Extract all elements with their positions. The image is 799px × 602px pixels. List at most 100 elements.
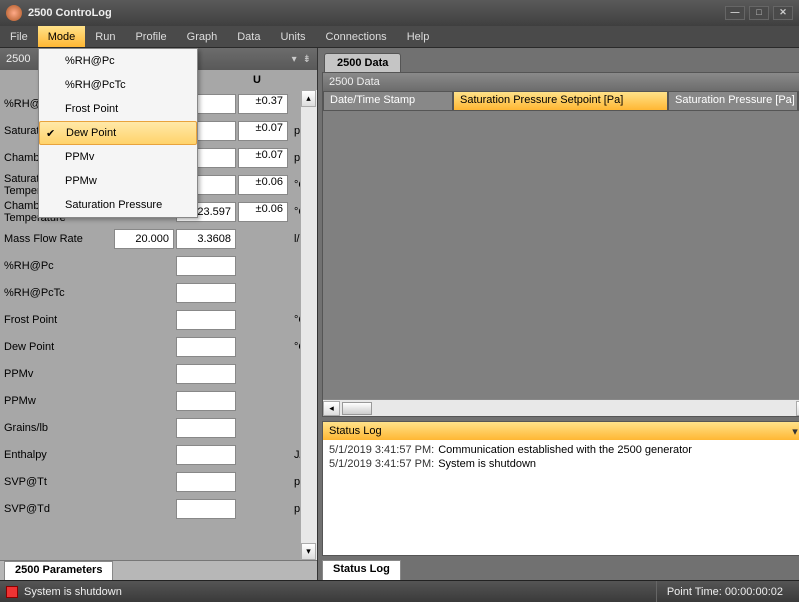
statusbar: System is shutdown Point Time: 00:00:00:…	[0, 580, 799, 602]
mode-item[interactable]: PPMw	[39, 169, 197, 193]
param-label: PPMw	[4, 395, 112, 407]
mode-item[interactable]: %RH@Pc	[39, 49, 197, 73]
hscroll-thumb[interactable]	[342, 402, 372, 415]
maximize-button[interactable]: □	[749, 6, 769, 20]
param-label: Mass Flow Rate	[4, 233, 112, 245]
data-col-header[interactable]: Date/Time Stamp	[323, 91, 453, 111]
param-actual-input[interactable]	[176, 256, 236, 276]
param-row: Dew Point°C	[4, 333, 313, 360]
data-column-headers: Date/Time StampSaturation Pressure Setpo…	[323, 91, 799, 111]
mode-item-label: Saturation Pressure	[65, 199, 162, 211]
param-label: SVP@Tt	[4, 476, 112, 488]
mode-item-label: Dew Point	[66, 127, 116, 139]
param-label: %RH@PcTc	[4, 287, 112, 299]
menu-units[interactable]: Units	[270, 26, 315, 47]
status-log-message: Communication established with the 2500 …	[438, 444, 692, 456]
app-title: 2500 ControLog	[28, 7, 112, 19]
status-log-timestamp: 5/1/2019 3:41:57 PM:	[329, 458, 434, 470]
data-title: 2500 Data	[329, 76, 380, 88]
mode-item[interactable]: Saturation Pressure	[39, 193, 197, 217]
tab-2500-data[interactable]: 2500 Data	[324, 53, 401, 72]
param-actual-input[interactable]	[176, 391, 236, 411]
menu-run[interactable]: Run	[85, 26, 125, 47]
param-uncertainty: ±0.07	[238, 148, 288, 168]
param-vscroll[interactable]: ▴ ▾	[300, 90, 317, 560]
param-label: Frost Point	[4, 314, 112, 326]
data-hscroll[interactable]: ◂ ▸	[323, 399, 799, 416]
menu-data[interactable]: Data	[227, 26, 270, 47]
menu-graph[interactable]: Graph	[177, 26, 228, 47]
data-col-header[interactable]: Saturation Pressure [Pa]	[668, 91, 798, 111]
param-row: Mass Flow Ratel/m	[4, 225, 313, 252]
right-panel: 2500 Data 2500 Data ▾ Date/Time StampSat…	[318, 48, 799, 580]
param-label: Grains/lb	[4, 422, 112, 434]
status-log-title: Status Log	[329, 425, 382, 437]
param-row: %RH@PcTc	[4, 279, 313, 306]
stop-icon	[6, 586, 18, 598]
status-log-panel: Status Log ▾ ⇟ 5/1/2019 3:41:57 PM: Commu…	[322, 421, 799, 556]
param-row: Grains/lb	[4, 414, 313, 441]
tab-status-log[interactable]: Status Log	[322, 560, 401, 580]
mode-dropdown: %RH@Pc %RH@PcTc Frost Point ✔ Dew Point PPMv P…	[38, 48, 198, 218]
mode-item[interactable]: PPMv	[39, 145, 197, 169]
dropdown-icon[interactable]: ▾	[292, 54, 297, 65]
param-uncertainty: ±0.37	[238, 94, 288, 114]
param-row: Frost Point°C	[4, 306, 313, 333]
mode-item-label: PPMw	[65, 175, 97, 187]
right-bottom-tabs: Status Log	[318, 560, 799, 580]
param-setpoint-input[interactable]	[114, 229, 174, 249]
app-icon	[6, 5, 22, 21]
mode-item[interactable]: %RH@PcTc	[39, 73, 197, 97]
param-actual-input[interactable]	[176, 418, 236, 438]
data-header: 2500 Data ▾	[323, 73, 799, 91]
data-tabbar: 2500 Data	[318, 48, 799, 72]
status-log-message: System is shutdown	[438, 458, 536, 470]
param-row: SVP@Tdpsia	[4, 495, 313, 522]
param-actual-input[interactable]	[176, 472, 236, 492]
menu-profile[interactable]: Profile	[125, 26, 176, 47]
pin-icon[interactable]: ⇟	[303, 54, 311, 65]
param-row: PPMv	[4, 360, 313, 387]
param-actual-input[interactable]	[176, 445, 236, 465]
param-row: PPMw	[4, 387, 313, 414]
status-log-content: 5/1/2019 3:41:57 PM: Communication establ…	[323, 440, 799, 555]
mode-item[interactable]: Frost Point	[39, 97, 197, 121]
data-col-header[interactable]: Saturation Pressure Setpoint [Pa]	[453, 91, 668, 111]
check-icon: ✔	[46, 127, 55, 140]
mode-item-label: %RH@Pc	[65, 55, 115, 67]
param-actual-input[interactable]	[176, 310, 236, 330]
menu-file[interactable]: File	[0, 26, 38, 47]
mode-item-label: Frost Point	[65, 103, 118, 115]
param-actual-input[interactable]	[176, 229, 236, 249]
param-label: %RH@Pc	[4, 260, 112, 272]
param-label: PPMv	[4, 368, 112, 380]
param-actual-input[interactable]	[176, 283, 236, 303]
minimize-button[interactable]: —	[725, 6, 745, 20]
scroll-up-icon[interactable]: ▴	[301, 90, 316, 107]
parameters-title: 2500	[6, 53, 30, 65]
param-actual-input[interactable]	[176, 499, 236, 519]
left-bottom-tabs: 2500 Parameters	[0, 560, 317, 580]
param-actual-input[interactable]	[176, 337, 236, 357]
param-uncertainty: ±0.06	[238, 202, 288, 222]
mode-item-label: PPMv	[65, 151, 94, 163]
status-log-timestamp: 5/1/2019 3:41:57 PM:	[329, 444, 434, 456]
menu-mode[interactable]: Mode	[38, 26, 86, 47]
tab-2500-parameters[interactable]: 2500 Parameters	[4, 561, 113, 580]
close-button[interactable]: ✕	[773, 6, 793, 20]
param-label: Dew Point	[4, 341, 112, 353]
status-log-row: 5/1/2019 3:41:57 PM: Communication establ…	[329, 444, 799, 456]
point-time: Point Time: 00:00:00:02	[656, 581, 793, 602]
menubar: File Mode Run Profile Graph Data Units C…	[0, 26, 799, 48]
param-uncertainty: ±0.07	[238, 121, 288, 141]
param-actual-input[interactable]	[176, 364, 236, 384]
menu-connections[interactable]: Connections	[316, 26, 397, 47]
status-log-header: Status Log ▾ ⇟	[323, 422, 799, 440]
menu-help[interactable]: Help	[397, 26, 440, 47]
scroll-left-icon[interactable]: ◂	[323, 401, 340, 416]
scroll-down-icon[interactable]: ▾	[301, 543, 316, 560]
status-text: System is shutdown	[24, 586, 122, 598]
main-area: 2500 ▾ ⇟ U %RH@Pc ±0.37 Saturation Pressur…	[0, 48, 799, 580]
col-u-header: U	[232, 74, 282, 86]
mode-item[interactable]: ✔ Dew Point	[39, 121, 197, 145]
